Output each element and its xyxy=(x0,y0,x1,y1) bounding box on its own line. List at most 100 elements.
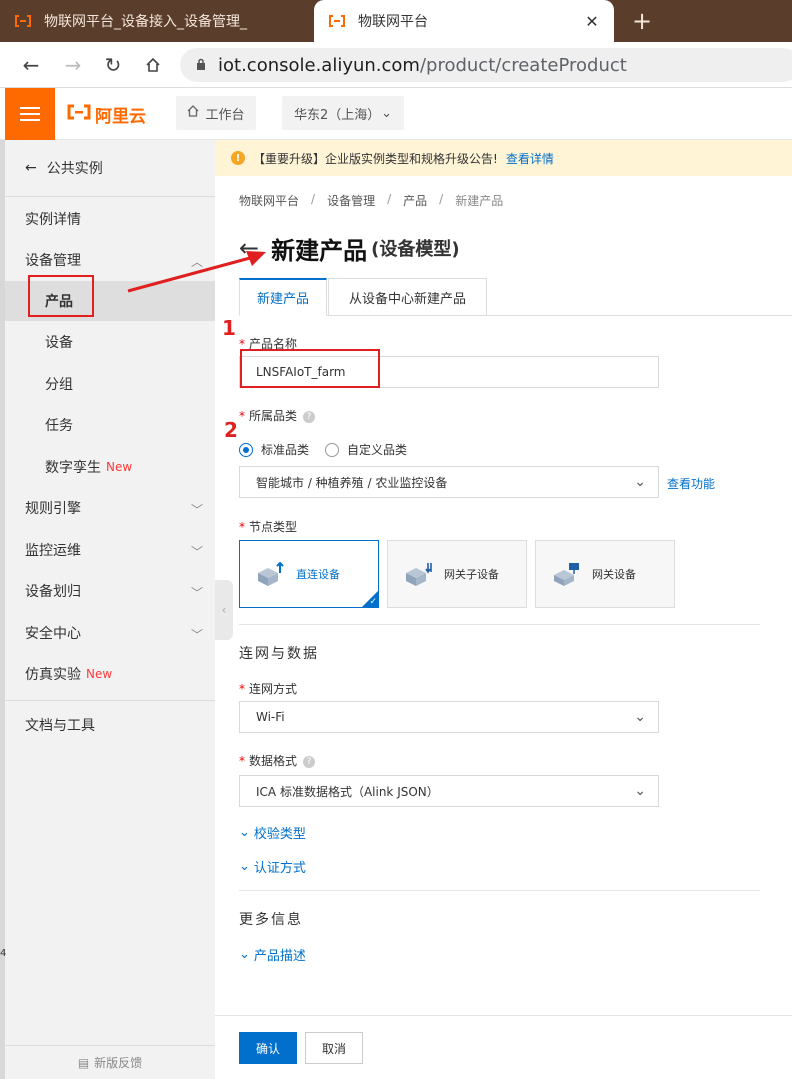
node-type-gateway-device[interactable]: 网关设备 xyxy=(535,540,675,608)
back-arrow-icon[interactable]: ← xyxy=(18,52,44,78)
sidebar-item-label: 设备 xyxy=(45,335,73,351)
tab-new-product[interactable]: 新建产品 xyxy=(239,278,327,316)
sidebar-item-simulation[interactable]: 仿真实验 New xyxy=(5,654,215,694)
new-tab-icon[interactable]: + xyxy=(626,0,658,42)
sidebar-item-label: 任务 xyxy=(45,418,73,434)
confirm-button[interactable]: 确认 xyxy=(239,1032,297,1064)
breadcrumb-item[interactable]: 设备管理 xyxy=(327,192,375,209)
page-title-row: ← 新建产品 (设备模型) xyxy=(239,228,460,268)
section-more-info: 更多信息 xyxy=(239,912,303,928)
aliyun-logo-icon xyxy=(66,104,92,125)
address-bar-row: ← → ↻ iot.console.aliyun.com/product/cre… xyxy=(0,42,792,88)
cancel-button[interactable]: 取消 xyxy=(305,1032,363,1064)
data-format-value: ICA 标准数据格式（Alink JSON） xyxy=(256,784,439,799)
chevron-down-icon: ﹀ xyxy=(190,503,203,517)
notice-details-link[interactable]: 查看详情 xyxy=(506,150,554,167)
data-format-label: * 数据格式? xyxy=(239,752,316,769)
sidebar-item-group[interactable]: 分组 xyxy=(5,364,215,404)
forward-arrow-icon[interactable]: → xyxy=(60,52,86,78)
feedback-label: 新版反馈 xyxy=(94,1056,143,1070)
radio-custom-category[interactable]: 自定义品类 xyxy=(325,441,407,458)
workbench-button[interactable]: 工作台 xyxy=(176,96,256,130)
edge-fragment: 4 xyxy=(0,948,7,959)
url-input[interactable]: iot.console.aliyun.com/product/createPro… xyxy=(180,48,792,82)
tab-title: 物联网平台_设备接入_设备管理_ xyxy=(44,14,247,30)
chevron-down-icon: ⌄ xyxy=(239,859,250,874)
radio-label: 标准品类 xyxy=(261,443,310,457)
network-value: Wi-Fi xyxy=(256,710,285,724)
radio-standard-category[interactable]: 标准品类 xyxy=(239,441,309,458)
back-arrow-icon[interactable]: ← xyxy=(239,234,259,262)
chevron-down-icon: ⌄ xyxy=(239,947,250,962)
view-features-link[interactable]: 查看功能 xyxy=(667,475,715,492)
chevron-down-icon: ﹀ xyxy=(190,628,203,642)
category-select[interactable]: 智能城市 / 种植养殖 / 农业监控设备 ⌄ xyxy=(239,466,659,498)
sidebar-item-task[interactable]: 任务 xyxy=(5,405,215,445)
browser-tab-strip: 物联网平台_设备接入_设备管理_ 物联网平台 ✕ + xyxy=(0,0,792,42)
aliyun-logo[interactable]: 阿里云 xyxy=(66,102,146,127)
node-type-gateway-subdevice[interactable]: 网关子设备 xyxy=(387,540,527,608)
divider xyxy=(5,196,215,197)
back-to-instances[interactable]: ← 公共实例 xyxy=(25,156,103,180)
auth-method-expander[interactable]: ⌄ 认证方式 xyxy=(239,857,306,876)
expander-label: 认证方式 xyxy=(253,861,306,876)
tab-from-device-center[interactable]: 从设备中心新建产品 xyxy=(328,278,487,316)
category-label: * 所属品类? xyxy=(239,407,316,424)
tab-title: 物联网平台 xyxy=(358,14,428,30)
form-footer: 确认 取消 xyxy=(215,1015,792,1079)
back-label: 公共实例 xyxy=(46,161,103,177)
new-badge: New xyxy=(86,667,113,681)
direct-device-icon xyxy=(256,561,286,587)
sidebar-item-device-management[interactable]: 设备管理 ︿ xyxy=(5,240,215,280)
data-format-select[interactable]: ICA 标准数据格式（Alink JSON） ⌄ xyxy=(239,775,659,807)
sidebar-item-rules-engine[interactable]: 规则引擎 ﹀ xyxy=(5,488,215,528)
feedback-button[interactable]: ▤ 新版反馈 xyxy=(5,1045,215,1079)
expander-label: 校验类型 xyxy=(253,827,306,842)
sidebar-item-instance-details[interactable]: 实例详情 xyxy=(5,199,215,239)
breadcrumb-item[interactable]: 物联网平台 xyxy=(239,192,299,209)
verify-type-expander[interactable]: ⌄ 校验类型 xyxy=(239,823,306,842)
aliyun-favicon-icon xyxy=(12,14,34,28)
sidebar-item-monitoring[interactable]: 监控运维 ﹀ xyxy=(5,530,215,570)
url-host: iot.console.aliyun.com xyxy=(218,54,420,76)
annotation-highlight-name xyxy=(240,349,380,388)
upgrade-notice: ! 【重要升级】企业版实例类型和规格升级公告! 查看详情 xyxy=(215,140,792,176)
chevron-down-icon: ⌄ xyxy=(381,105,392,121)
sidebar-item-device[interactable]: 设备 xyxy=(5,322,215,362)
sidebar-item-docs-tools[interactable]: 文档与工具 xyxy=(5,705,215,745)
home-icon[interactable] xyxy=(140,52,166,78)
divider xyxy=(239,624,760,625)
sidebar-item-label: 设备划归 xyxy=(25,584,81,600)
chevron-down-icon: ⌄ xyxy=(634,474,646,490)
logo-text: 阿里云 xyxy=(95,106,146,127)
breadcrumb-item[interactable]: 产品 xyxy=(403,192,427,209)
annotation-step-1: 1 xyxy=(222,316,236,340)
product-description-expander[interactable]: ⌄ 产品描述 xyxy=(239,945,306,964)
new-badge: New xyxy=(106,460,133,474)
radio-checked-icon xyxy=(239,442,253,457)
chevron-down-icon: ⌄ xyxy=(634,783,646,799)
page-title: 新建产品 xyxy=(271,236,368,265)
node-type-direct-device[interactable]: 直连设备 ✓ xyxy=(239,540,379,608)
breadcrumb-separator: / xyxy=(439,192,444,206)
sidebar-item-digital-twin[interactable]: 数字孪生 New xyxy=(5,447,215,487)
network-select[interactable]: Wi-Fi ⌄ xyxy=(239,701,659,733)
sidebar-item-security[interactable]: 安全中心 ﹀ xyxy=(5,613,215,653)
sidebar-collapse-handle[interactable]: ‹ xyxy=(215,580,233,640)
console-header: 阿里云 工作台 华东2（上海） ⌄ xyxy=(0,88,792,140)
browser-tab[interactable]: 物联网平台_设备接入_设备管理_ xyxy=(0,0,312,42)
sidebar-item-device-assignment[interactable]: 设备划归 ﹀ xyxy=(5,571,215,611)
help-icon: ? xyxy=(303,755,316,768)
aliyun-favicon-icon xyxy=(326,14,348,28)
region-select[interactable]: 华东2（上海） ⌄ xyxy=(282,96,404,130)
browser-tab-active[interactable]: 物联网平台 ✕ xyxy=(314,0,614,42)
menu-icon[interactable] xyxy=(5,88,55,140)
sidebar-item-label: 安全中心 xyxy=(25,626,81,642)
reload-icon[interactable]: ↻ xyxy=(100,52,126,78)
breadcrumb-separator: / xyxy=(387,192,392,206)
home-icon xyxy=(187,105,199,121)
workbench-label: 工作台 xyxy=(205,107,245,123)
chevron-down-icon: ﹀ xyxy=(190,586,203,600)
breadcrumb-current: 新建产品 xyxy=(455,194,504,208)
close-icon[interactable]: ✕ xyxy=(582,12,602,31)
